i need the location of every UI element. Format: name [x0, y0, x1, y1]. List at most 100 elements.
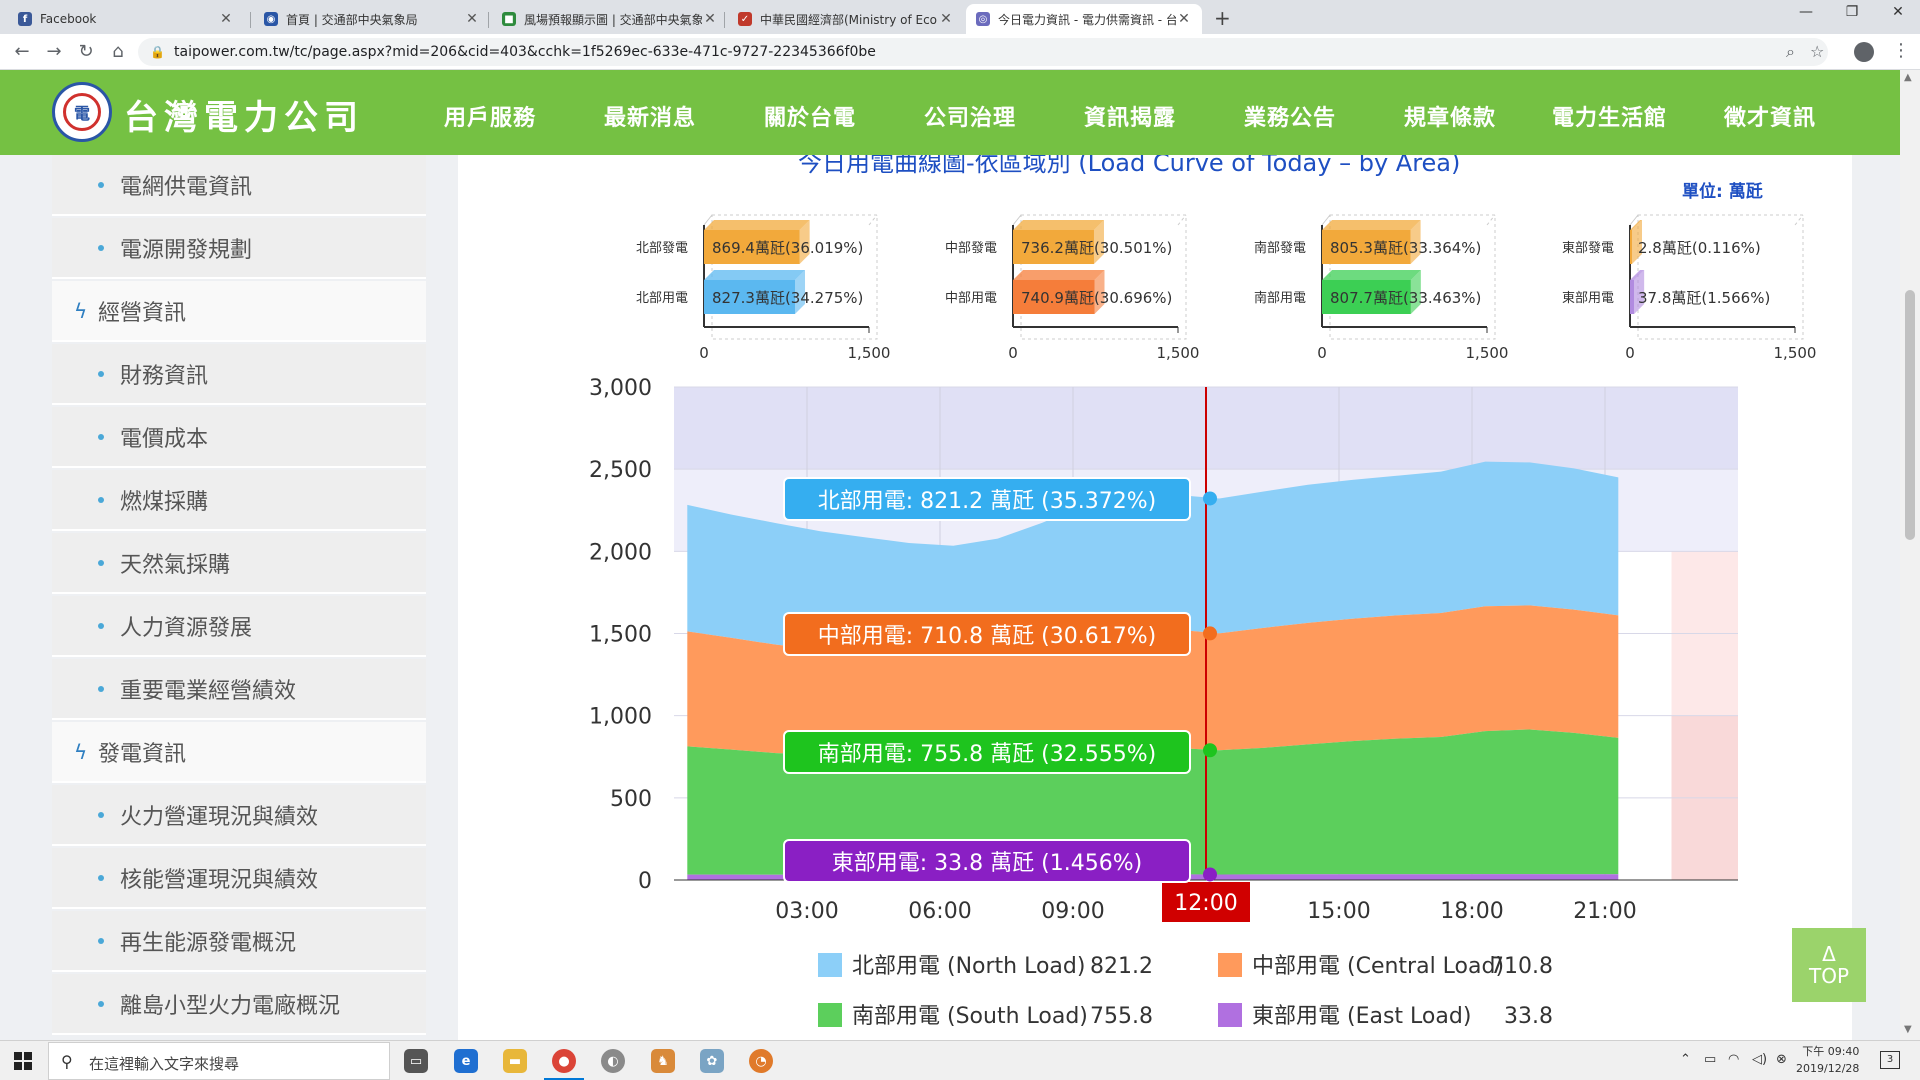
page-scrollbar[interactable]: ▲ ▼ — [1900, 70, 1920, 1040]
tab-separator — [488, 12, 489, 28]
browser-menu-icon[interactable]: ⋮ — [1892, 40, 1910, 61]
main-nav-item[interactable]: 徵才資訊 — [1724, 100, 1816, 132]
home-icon[interactable]: ⌂ — [106, 41, 130, 62]
bar-top-face — [1013, 220, 1104, 230]
back-to-top-button[interactable]: Δ TOP — [1792, 928, 1866, 1002]
sidebar-item-label: 發電資訊 — [98, 741, 187, 767]
bullet-icon — [98, 244, 104, 251]
bookmark-star-icon[interactable]: ☆ — [1810, 42, 1824, 61]
sidebar-section-header[interactable]: ϟ 發電資訊 — [52, 722, 426, 783]
browser-tab-bar: f Facebook ✕ ◉ 首頁 | 交通部中央氣象局 ✕ ■ 風場預報顯示圖 | 交通部中… — [0, 0, 1920, 34]
maximize-button[interactable]: ❐ — [1832, 4, 1872, 20]
bullet-icon — [98, 622, 104, 629]
sidebar-item[interactable]: 電網供電資訊 — [52, 155, 426, 216]
sidebar: 電網供電資訊電源開發規劃 ϟ 經營資訊 財務資訊 電價成本燃煤採購天然氣採購 人力資源發展… — [52, 155, 426, 1040]
scroll-down-icon[interactable]: ▼ — [1904, 1024, 1912, 1035]
tab-close-icon[interactable]: ✕ — [1176, 11, 1192, 27]
main-nav-item[interactable]: 資訊揭露 — [1084, 100, 1176, 132]
sidebar-section-header[interactable]: ϟ 經營資訊 — [52, 281, 426, 342]
app-icon-4[interactable]: ◔ — [749, 1049, 773, 1073]
tab-close-icon[interactable]: ✕ — [218, 11, 234, 27]
sidebar-item[interactable]: 重要電業經營績效 — [52, 659, 426, 720]
main-nav-item[interactable]: 公司治理 — [924, 100, 1016, 132]
tab-separator — [724, 12, 725, 28]
bullet-icon — [98, 433, 104, 440]
sidebar-item-label: 離島小型火力電廠概況 — [120, 993, 341, 1019]
sidebar-item-label: 重要電業經營績效 — [120, 678, 297, 704]
site-logo-text[interactable]: 台灣電力公司 — [124, 90, 364, 139]
sidebar-item[interactable]: 人力資源發展 — [52, 596, 426, 657]
tray-chevron-icon[interactable]: ⌃ — [1680, 1052, 1691, 1067]
network-icon[interactable]: ◠ — [1728, 1052, 1739, 1067]
sidebar-item[interactable]: 核能營運現況與績效 — [52, 848, 426, 909]
volume-icon[interactable]: ◁) — [1752, 1052, 1767, 1067]
ime-icon[interactable]: ⊗ — [1776, 1052, 1787, 1067]
minimize-button[interactable]: — — [1786, 4, 1826, 20]
browser-tab[interactable]: ✓ 中華民國經濟部(Ministry of Econ ✕ — [728, 4, 964, 34]
top-label: TOP — [1808, 964, 1850, 988]
taskbar-search-input[interactable]: ⚲ 在這裡輸入文字來搜尋 — [48, 1042, 390, 1080]
file-explorer-icon[interactable]: ▬ — [503, 1049, 527, 1073]
sidebar-item-label: 燃煤採購 — [120, 489, 209, 515]
sidebar-item[interactable]: 財務資訊 — [52, 344, 426, 405]
bar — [1630, 230, 1632, 264]
bar-category-label: 中部用電 — [945, 291, 997, 306]
scroll-up-icon[interactable]: ▲ — [1904, 72, 1912, 83]
sidebar-item[interactable]: 電源開發規劃 — [52, 218, 426, 279]
notification-center-icon[interactable]: 3 — [1880, 1051, 1900, 1069]
browser-tab[interactable]: f Facebook ✕ — [8, 4, 244, 34]
panel-x-tick-label: 1,500 — [848, 344, 891, 362]
sidebar-item[interactable]: 天然氣採購 — [52, 533, 426, 594]
main-nav-item[interactable]: 用戶服務 — [444, 100, 536, 132]
bar-data-label: 2.8萬瓩(0.116%) — [1638, 239, 1761, 257]
chrome-icon[interactable]: ● — [552, 1049, 576, 1073]
profile-avatar-icon[interactable] — [1854, 42, 1874, 62]
panel-grid-edge — [868, 214, 878, 226]
tab-close-icon[interactable]: ✕ — [702, 11, 718, 27]
x-tick-label: 18:00 — [1440, 899, 1503, 924]
sidebar-item-label: 電網供電資訊 — [120, 174, 253, 200]
tab-close-icon[interactable]: ✕ — [938, 11, 954, 27]
app-icon-2[interactable]: ♞ — [651, 1049, 675, 1073]
bullet-icon — [98, 1000, 104, 1007]
bar-category-label: 南部用電 — [1254, 290, 1306, 306]
main-nav-item[interactable]: 電力生活館 — [1552, 100, 1667, 132]
reload-icon[interactable]: ↻ — [74, 41, 98, 62]
browser-tab[interactable]: ■ 風場預報顯示圖 | 交通部中央氣象 ✕ — [492, 4, 728, 34]
sidebar-item-label: 再生能源發電概況 — [120, 930, 297, 956]
tooltip-text: 北部用電: 821.2 萬瓩 (35.372%) — [818, 489, 1156, 514]
sidebar-item[interactable]: 再生能源發電概況 — [52, 911, 426, 972]
forward-icon[interactable]: → — [42, 41, 66, 62]
close-window-button[interactable]: ✕ — [1878, 4, 1918, 20]
app-icon-3[interactable]: ✿ — [700, 1049, 724, 1073]
new-tab-button[interactable]: + — [1214, 6, 1231, 30]
y-tick-label: 3,000 — [589, 376, 652, 401]
legend-value: 821.2 — [1090, 954, 1153, 979]
taskbar-clock[interactable]: 下午 09:40 2019/12/28 — [1796, 1043, 1859, 1077]
tab-label: 今日電力資訊 - 電力供需資訊 - 台 — [998, 12, 1176, 27]
main-nav-item[interactable]: 規章條款 — [1404, 100, 1496, 132]
sidebar-item[interactable]: 電價成本 — [52, 407, 426, 468]
panel-grid-edge — [1794, 214, 1804, 226]
sidebar-item[interactable]: 火力營運現況與績效 — [52, 785, 426, 846]
zoom-icon[interactable]: ⌕ — [1786, 42, 1795, 62]
edge-icon[interactable]: e — [454, 1049, 478, 1073]
tab-close-icon[interactable]: ✕ — [464, 11, 480, 27]
main-nav-item[interactable]: 業務公告 — [1244, 100, 1336, 132]
sidebar-item[interactable]: 離島小型火力電廠概況 — [52, 974, 426, 1035]
battery-icon[interactable]: ▭ — [1704, 1052, 1716, 1067]
back-icon[interactable]: ← — [10, 41, 34, 62]
browser-tab[interactable]: ◉ 首頁 | 交通部中央氣象局 ✕ — [254, 4, 490, 34]
taipower-logo-icon[interactable]: 電 — [52, 82, 112, 142]
main-nav-item[interactable]: 最新消息 — [604, 100, 696, 132]
url-field[interactable]: 🔒 taipower.com.tw/tc/page.aspx?mid=206&c… — [138, 38, 1828, 66]
scroll-thumb[interactable] — [1905, 290, 1915, 540]
task-view-icon[interactable]: ▭ — [404, 1049, 428, 1073]
sidebar-item[interactable]: 燃煤採購 — [52, 470, 426, 531]
app-icon-1[interactable]: ◐ — [601, 1049, 625, 1073]
windows-start-icon[interactable] — [14, 1052, 32, 1070]
legend-swatch — [1218, 1003, 1242, 1027]
x-tick-label: 09:00 — [1041, 899, 1104, 924]
main-nav-item[interactable]: 關於台電 — [764, 100, 856, 132]
browser-tab[interactable]: ◎ 今日電力資訊 - 電力供需資訊 - 台 ✕ — [966, 4, 1202, 34]
